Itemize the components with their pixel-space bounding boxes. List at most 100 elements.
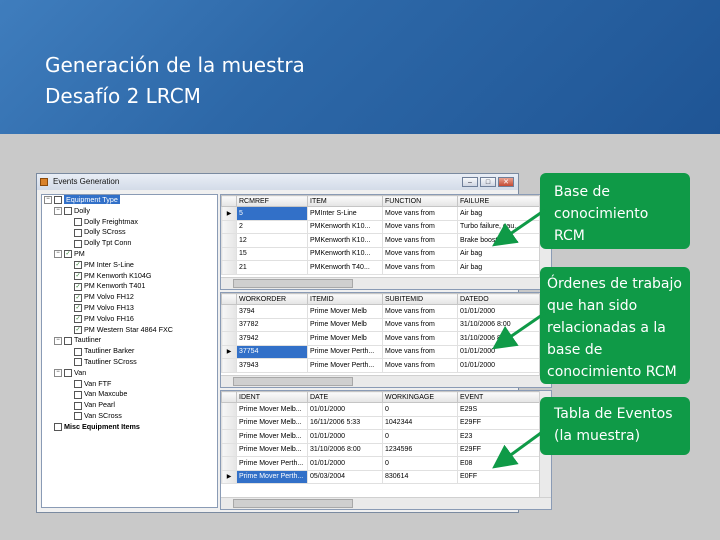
table-cell[interactable]: 3794 xyxy=(236,304,308,319)
tree-checkbox[interactable] xyxy=(64,336,72,345)
tree-item[interactable]: Misc Equipment Items xyxy=(42,422,217,433)
tree-item[interactable]: Tautliner SCross xyxy=(42,357,217,368)
minimize-button[interactable]: – xyxy=(462,177,478,187)
row-marker[interactable] xyxy=(221,429,237,444)
row-marker[interactable]: ▶ xyxy=(221,206,237,221)
tree-checkbox[interactable] xyxy=(54,423,62,432)
table-cell[interactable]: 37754 xyxy=(236,344,308,359)
table-row[interactable]: 37942 Prime Mover Melb Move vans from 31/10… xyxy=(221,331,551,346)
table-cell[interactable]: 01/01/2000 xyxy=(307,456,383,471)
table-row[interactable]: 37943 Prime Mover Perth... Move vans from 0… xyxy=(221,358,551,373)
table-cell[interactable]: Air bag xyxy=(457,260,551,275)
column-header[interactable]: IDENT xyxy=(236,391,308,403)
table-cell[interactable]: PMKenworth K10... xyxy=(307,246,383,261)
table-cell[interactable]: E23 xyxy=(457,429,551,444)
table-cell[interactable]: 0 xyxy=(382,429,458,444)
tree-expander-icon[interactable]: − xyxy=(54,336,62,345)
column-header[interactable]: EVENT xyxy=(457,391,551,403)
table-cell[interactable]: Prime Mover Melb... xyxy=(236,429,308,444)
tree-checkbox[interactable] xyxy=(74,401,82,410)
tree-item[interactable]: ✓ PM Western Star 4864 FXC xyxy=(42,325,217,336)
column-header[interactable]: DATE xyxy=(307,391,383,403)
tree-checkbox[interactable] xyxy=(74,390,82,399)
tree-item[interactable]: ✓ PM Volvo FH12 xyxy=(42,292,217,303)
row-marker[interactable] xyxy=(221,246,237,261)
table-cell[interactable]: 37782 xyxy=(236,317,308,332)
table-cell[interactable]: 830614 xyxy=(382,469,458,484)
row-marker[interactable]: ▶ xyxy=(221,469,237,484)
maximize-button[interactable]: □ xyxy=(480,177,496,187)
events-grid[interactable]: IDENT DATE WORKINGAGE EVENT Prime Mover Melb… xyxy=(220,390,552,510)
table-row[interactable]: ▶ Prime Mover Perth... 05/03/2004 830614 E0F… xyxy=(221,469,551,484)
horizontal-scrollbar[interactable] xyxy=(221,497,551,509)
column-header[interactable] xyxy=(221,293,237,305)
tree-item[interactable]: ✓ PM Volvo FH13 xyxy=(42,303,217,314)
table-cell[interactable]: 01/01/2000 xyxy=(307,429,383,444)
table-cell[interactable]: 01/01/2000 xyxy=(307,402,383,417)
row-marker[interactable] xyxy=(221,415,237,430)
table-cell[interactable]: 0 xyxy=(382,402,458,417)
column-header[interactable]: DATEDO xyxy=(457,293,551,305)
table-cell[interactable]: 01/01/2000 xyxy=(457,344,551,359)
column-header[interactable] xyxy=(221,195,237,207)
table-cell[interactable]: Prime Mover Melb xyxy=(307,317,383,332)
row-marker[interactable] xyxy=(221,402,237,417)
table-cell[interactable]: Turbo failure, cau... xyxy=(457,219,551,234)
tree-item[interactable]: Dolly Tpt Conn xyxy=(42,238,217,249)
tree-checkbox[interactable] xyxy=(74,228,82,237)
table-row[interactable]: Prime Mover Melb... 16/11/2006 5:33 104234… xyxy=(221,415,551,430)
tree-expander-icon[interactable]: − xyxy=(54,369,62,378)
table-cell[interactable]: E29S xyxy=(457,402,551,417)
tree-item[interactable]: Van SCross xyxy=(42,411,217,422)
row-marker[interactable] xyxy=(221,219,237,234)
horizontal-scrollbar[interactable] xyxy=(221,277,551,289)
tree-item[interactable]: − Dolly xyxy=(42,206,217,217)
table-cell[interactable]: 1042344 xyxy=(382,415,458,430)
tree-item[interactable]: Van FTF xyxy=(42,379,217,390)
scroll-thumb[interactable] xyxy=(233,499,353,508)
table-cell[interactable]: 2 xyxy=(236,219,308,234)
tree-checkbox[interactable] xyxy=(74,358,82,367)
table-cell[interactable]: Prime Mover Perth... xyxy=(307,344,383,359)
tree-item[interactable]: − Tautliner xyxy=(42,335,217,346)
tree-checkbox[interactable] xyxy=(74,347,82,356)
tree-item[interactable]: ✓ PM Kenworth K104G xyxy=(42,271,217,282)
table-row[interactable]: ▶ 37754 Prime Mover Perth... Move vans from… xyxy=(221,344,551,359)
row-marker[interactable] xyxy=(221,456,237,471)
row-marker[interactable] xyxy=(221,304,237,319)
tree-item[interactable]: Tautliner Barker xyxy=(42,346,217,357)
column-header[interactable]: WORKINGAGE xyxy=(382,391,458,403)
table-cell[interactable]: E08 xyxy=(457,456,551,471)
tree-checkbox[interactable]: ✓ xyxy=(74,293,82,302)
table-cell[interactable]: PMKenworth K10... xyxy=(307,219,383,234)
table-cell[interactable]: Brake booster fai... xyxy=(457,233,551,248)
rcm-knowledge-grid[interactable]: RCMREF ITEM FUNCTION FAILURE ▶ 5 PMInter S-Lin… xyxy=(220,194,552,290)
column-header[interactable]: SUBITEMID xyxy=(382,293,458,305)
table-cell[interactable]: 31/10/2006 8:00 xyxy=(457,317,551,332)
tree-checkbox[interactable]: ✓ xyxy=(74,325,82,334)
table-cell[interactable]: 21 xyxy=(236,260,308,275)
close-button[interactable]: ✕ xyxy=(498,177,514,187)
tree-checkbox[interactable] xyxy=(74,239,82,248)
tree-item[interactable]: − ✓ PM xyxy=(42,249,217,260)
tree-checkbox[interactable] xyxy=(74,412,82,421)
table-row[interactable]: Prime Mover Melb... 31/10/2006 8:00 123459… xyxy=(221,442,551,457)
column-header[interactable]: WORKORDER xyxy=(236,293,308,305)
tree-checkbox[interactable]: ✓ xyxy=(74,261,82,270)
tree-item[interactable]: Dolly SCross xyxy=(42,227,217,238)
tree-item[interactable]: − Equipment Type xyxy=(42,195,217,206)
table-cell[interactable]: 16/11/2006 5:33 xyxy=(307,415,383,430)
table-cell[interactable]: Move vans from xyxy=(382,331,458,346)
table-cell[interactable]: Prime Mover Melb... xyxy=(236,402,308,417)
column-header[interactable]: FAILURE xyxy=(457,195,551,207)
table-row[interactable]: 15 PMKenworth K10... Move vans from Air bag xyxy=(221,246,551,261)
table-cell[interactable]: 31/10/2006 8:00 xyxy=(457,331,551,346)
tree-checkbox[interactable] xyxy=(64,207,72,216)
tree-checkbox[interactable]: ✓ xyxy=(74,271,82,280)
table-row[interactable]: ▶ 5 PMInter S-Line Move vans from Air bag xyxy=(221,206,551,221)
row-marker[interactable] xyxy=(221,331,237,346)
table-row[interactable]: 3794 Prime Mover Melb Move vans from 01/01/… xyxy=(221,304,551,319)
table-cell[interactable]: E29FF xyxy=(457,415,551,430)
table-cell[interactable]: 15 xyxy=(236,246,308,261)
table-cell[interactable]: 31/10/2006 8:00 xyxy=(307,442,383,457)
